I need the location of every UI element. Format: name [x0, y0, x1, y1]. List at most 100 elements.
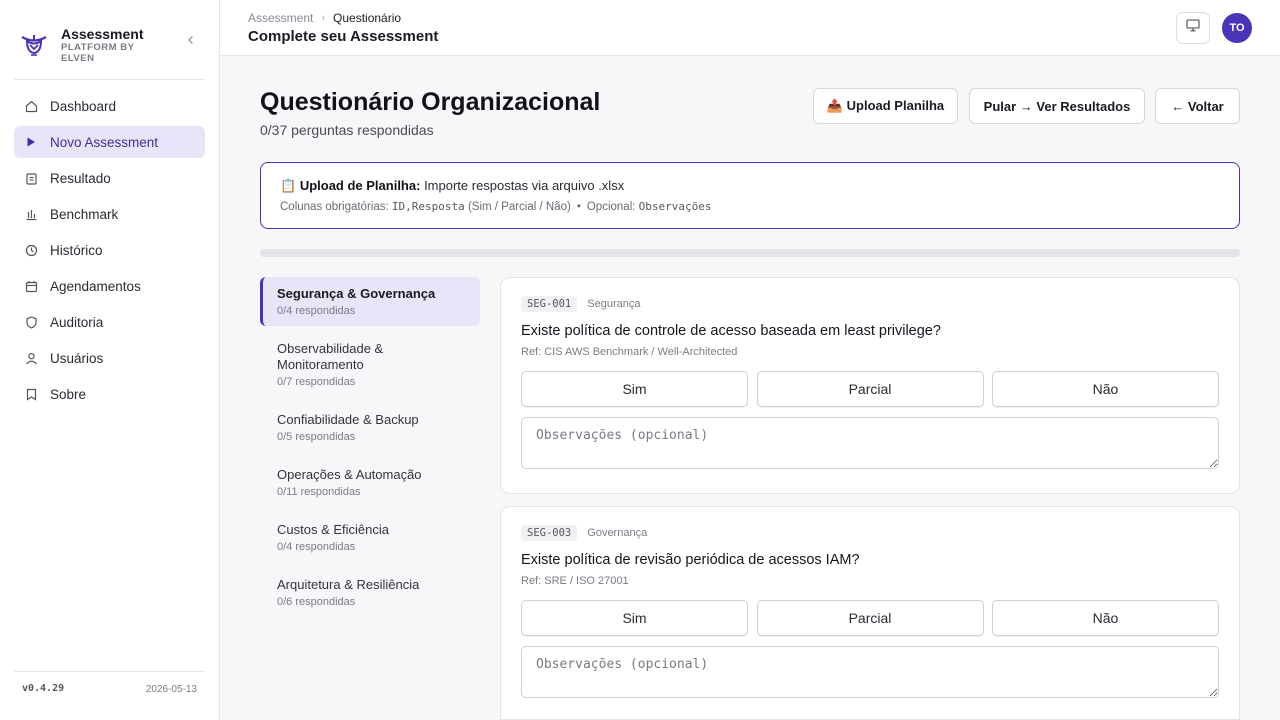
observations-input[interactable] [521, 417, 1219, 469]
category-count: 0/6 respondidas [277, 596, 356, 608]
category-name: Segurança & Governança [277, 286, 436, 301]
monitor-icon [1186, 19, 1200, 37]
brand-title: Assessment [61, 26, 144, 42]
user-icon [24, 351, 38, 365]
sidebar-item-auditoria[interactable]: Auditoria [14, 306, 205, 338]
answer-nao-button[interactable]: Não [992, 371, 1219, 407]
chevron-right-icon: › [321, 12, 326, 24]
progress-bar [260, 249, 1240, 257]
category-name: Custos & Eficiência [277, 522, 389, 537]
answer-parcial-button[interactable]: Parcial [756, 371, 984, 407]
answer-nao-button[interactable]: Não [992, 600, 1219, 636]
question-card: SEG-003 Governança Existe política de re… [500, 506, 1240, 720]
sidebar-item-label: Novo Assessment [50, 134, 159, 150]
category-count: 0/7 respondidas [277, 376, 356, 388]
upload-label: Upload de Planilha: [299, 178, 421, 193]
sidebar-item-benchmark[interactable]: Benchmark [14, 198, 205, 230]
sidebar-item-dashboard[interactable]: Dashboard [14, 90, 205, 122]
category-list: Segurança & Governança 0/4 respondidas O… [260, 277, 480, 623]
column-values: (Sim / Parcial / Não) [467, 200, 571, 213]
category-item-operacoes[interactable]: Operações & Automação 0/11 respondidas [260, 458, 480, 507]
brand[interactable]: Assessment PLATFORM BY ELVEN [14, 12, 206, 78]
bookmark-icon [24, 387, 38, 401]
sidebar-item-historico[interactable]: Histórico [14, 234, 205, 266]
category-name: Arquitetura & Resiliência [277, 577, 420, 592]
avatar[interactable]: TO [1222, 13, 1252, 43]
home-icon [24, 99, 38, 113]
upload-description: Importe respostas via arquivo .xlsx [424, 178, 625, 193]
sidebar-item-novo-assessment[interactable]: Novo Assessment [14, 126, 205, 158]
sidebar-item-label: Auditoria [50, 314, 104, 330]
page-heading: Complete seu Assessment [248, 28, 439, 45]
clipboard-icon: 📋 [280, 178, 297, 193]
question-text: Existe política de controle de acesso ba… [521, 323, 941, 339]
category-item-seguranca[interactable]: Segurança & Governança 0/4 respondidas [260, 277, 480, 326]
sidebar-item-label: Histórico [50, 242, 103, 258]
clock-icon [24, 243, 38, 257]
category-count: 0/11 respondidas [277, 486, 361, 498]
back-button[interactable]: ← Voltar [1155, 88, 1240, 124]
category-count: 0/4 respondidas [277, 541, 356, 553]
column-observacoes: Observações [638, 200, 712, 213]
question-text: Existe política de revisão periódica de … [521, 552, 860, 568]
answer-sim-button[interactable]: Sim [521, 600, 748, 636]
upload-spreadsheet-button[interactable]: 📤 Upload Planilha [813, 88, 958, 124]
sidebar-item-agendamentos[interactable]: Agendamentos [14, 270, 205, 302]
app-version: v0.4.29 [22, 683, 65, 694]
progress-text: 0/37 perguntas respondidas [260, 122, 434, 138]
observations-input[interactable] [521, 646, 1219, 698]
category-name: Observabilidade & Monitoramento [277, 341, 384, 372]
category-name: Operações & Automação [277, 467, 422, 482]
category-item-custos[interactable]: Custos & Eficiência 0/4 respondidas [260, 513, 480, 562]
answer-options: Sim Parcial Não [521, 600, 1219, 636]
separator-dot: • [576, 200, 581, 213]
question-category: Governança [587, 527, 648, 539]
question-card: SEG-001 Segurança Existe política de con… [500, 277, 1240, 494]
question-reference: Ref: CIS AWS Benchmark / Well-Architecte… [521, 346, 738, 358]
sidebar-nav: Dashboard Novo Assessment Resultado Benc… [14, 90, 205, 414]
category-item-confiabilidade[interactable]: Confiabilidade & Backup 0/5 respondidas [260, 403, 480, 452]
shield-icon [24, 315, 38, 329]
clipboard-icon [24, 171, 38, 185]
sidebar-item-sobre[interactable]: Sobre [14, 378, 205, 410]
sidebar-item-label: Resultado [50, 170, 111, 186]
sidebar-item-label: Sobre [50, 386, 87, 402]
question-code: SEG-001 [521, 296, 578, 312]
sidebar-item-label: Benchmark [50, 206, 119, 222]
column-id: ID, [391, 200, 412, 213]
answer-parcial-button[interactable]: Parcial [756, 600, 984, 636]
category-item-observabilidade[interactable]: Observabilidade & Monitoramento 0/7 resp… [260, 332, 480, 397]
question-meta: SEG-001 Segurança [521, 296, 640, 312]
divider [14, 671, 205, 672]
page-title: Questionário Organizacional [260, 88, 601, 116]
optional-label: Opcional: [586, 200, 636, 213]
upload-info-box: 📋 Upload de Planilha: Importe respostas … [260, 162, 1240, 229]
skip-to-results-button[interactable]: Pular → Ver Resultados [969, 88, 1145, 124]
category-count: 0/5 respondidas [277, 431, 356, 443]
calendar-icon [24, 279, 38, 293]
display-mode-button[interactable] [1176, 12, 1210, 44]
column-resposta: Resposta [411, 200, 465, 213]
brand-subtitle: PLATFORM BY ELVEN [61, 42, 135, 64]
sidebar: Assessment PLATFORM BY ELVEN Dashboard N… [0, 0, 220, 720]
sidebar-item-usuarios[interactable]: Usuários [14, 342, 205, 374]
chevron-left-icon[interactable] [186, 32, 196, 48]
answer-sim-button[interactable]: Sim [521, 371, 748, 407]
sidebar-item-resultado[interactable]: Resultado [14, 162, 205, 194]
category-count: 0/4 respondidas [277, 305, 356, 317]
build-date: 2026-05-13 [145, 684, 197, 695]
required-columns-label: Colunas obrigatórias: [280, 200, 389, 213]
breadcrumb-current: Questionário [333, 11, 402, 25]
breadcrumb: Assessment › Questionário [248, 11, 401, 25]
breadcrumb-root[interactable]: Assessment [248, 11, 313, 25]
bar-chart-icon [24, 207, 38, 221]
category-item-arquitetura[interactable]: Arquitetura & Resiliência 0/6 respondida… [260, 568, 480, 617]
upload-info-title: 📋 Upload de Planilha: Importe respostas … [280, 178, 624, 194]
play-icon [24, 135, 38, 149]
question-meta: SEG-003 Governança [521, 525, 647, 541]
question-category: Segurança [587, 298, 641, 310]
question-code: SEG-003 [521, 525, 578, 541]
question-reference: Ref: SRE / ISO 27001 [521, 575, 629, 587]
upload-columns-info: Colunas obrigatórias: ID, Resposta (Sim … [280, 200, 712, 213]
divider [14, 79, 205, 80]
